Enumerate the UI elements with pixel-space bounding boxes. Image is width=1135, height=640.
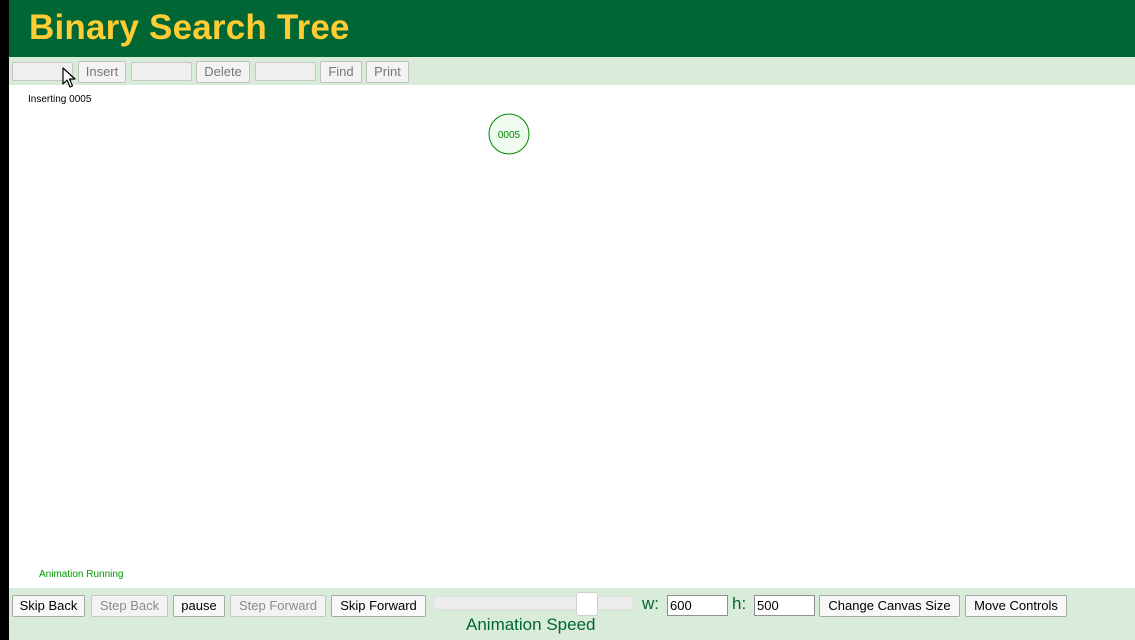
delete-button[interactable]: Delete [196,61,250,83]
print-button[interactable]: Print [366,61,409,83]
animation-status: Animation Running [39,569,124,580]
pause-button[interactable]: pause [173,595,225,617]
width-label: w: [642,594,659,613]
animation-canvas: Inserting 0005 0005 Animation Running [9,85,1135,588]
step-back-button[interactable]: Step Back [91,595,168,617]
move-controls-button[interactable]: Move Controls [965,595,1067,617]
page: Binary Search Tree Insert Delete Find Pr… [9,0,1135,640]
tree-svg: 0005 [488,113,530,155]
step-forward-button[interactable]: Step Forward [230,595,326,617]
mouse-pointer-icon [62,67,76,88]
header-bar: Binary Search Tree [9,0,1135,57]
slider-thumb[interactable] [576,592,599,616]
insert-button[interactable]: Insert [78,61,126,83]
tree-node-label: 0005 [498,130,521,141]
skip-forward-button[interactable]: Skip Forward [331,595,426,617]
animation-controls: Skip Back Step Back pause Step Forward S… [9,588,1135,640]
change-canvas-size-button[interactable]: Change Canvas Size [819,595,960,617]
skip-back-button[interactable]: Skip Back [12,595,85,617]
algorithm-toolbar: Insert Delete Find Print [9,57,1135,85]
delete-value-input[interactable] [131,62,192,81]
find-button[interactable]: Find [320,61,362,83]
find-value-input[interactable] [255,62,316,81]
height-label: h: [732,594,747,613]
animation-speed-slider[interactable] [433,592,633,616]
canvas-height-input[interactable] [754,595,815,616]
page-title: Binary Search Tree [29,8,350,47]
animation-speed-label: Animation Speed [466,615,596,634]
canvas-width-input[interactable] [667,595,728,616]
